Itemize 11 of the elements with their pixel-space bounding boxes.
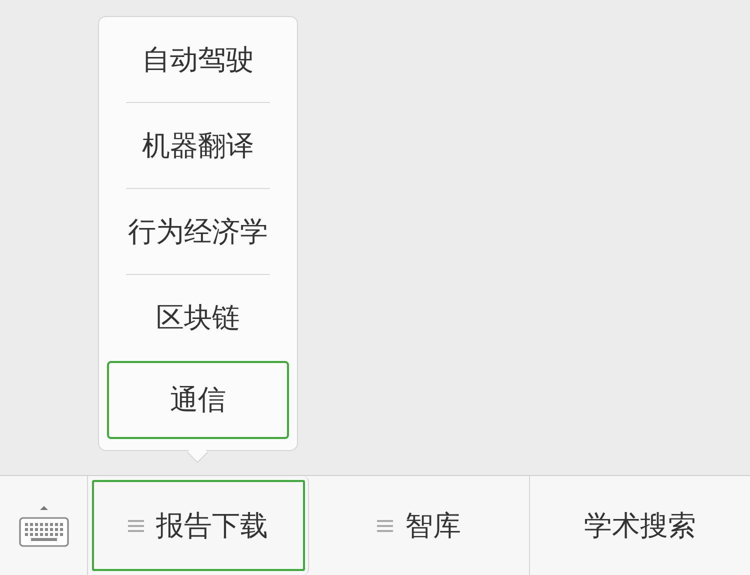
submenu-item[interactable]: 通信 bbox=[107, 361, 289, 439]
submenu-item[interactable]: 行为经济学 bbox=[126, 189, 270, 275]
submenu-item[interactable]: 自动驾驶 bbox=[126, 17, 270, 103]
submenu-item[interactable]: 区块链 bbox=[126, 275, 270, 361]
menu-tab[interactable]: 智库 bbox=[309, 476, 530, 575]
menu-icon bbox=[377, 518, 393, 532]
submenu-item[interactable]: 机器翻译 bbox=[126, 103, 270, 189]
menu-icon bbox=[128, 518, 144, 532]
keyboard-icon[interactable] bbox=[18, 504, 68, 548]
menu-tab[interactable]: 学术搜索 bbox=[530, 476, 750, 575]
menu-tab[interactable]: 报告下载 bbox=[88, 476, 309, 575]
